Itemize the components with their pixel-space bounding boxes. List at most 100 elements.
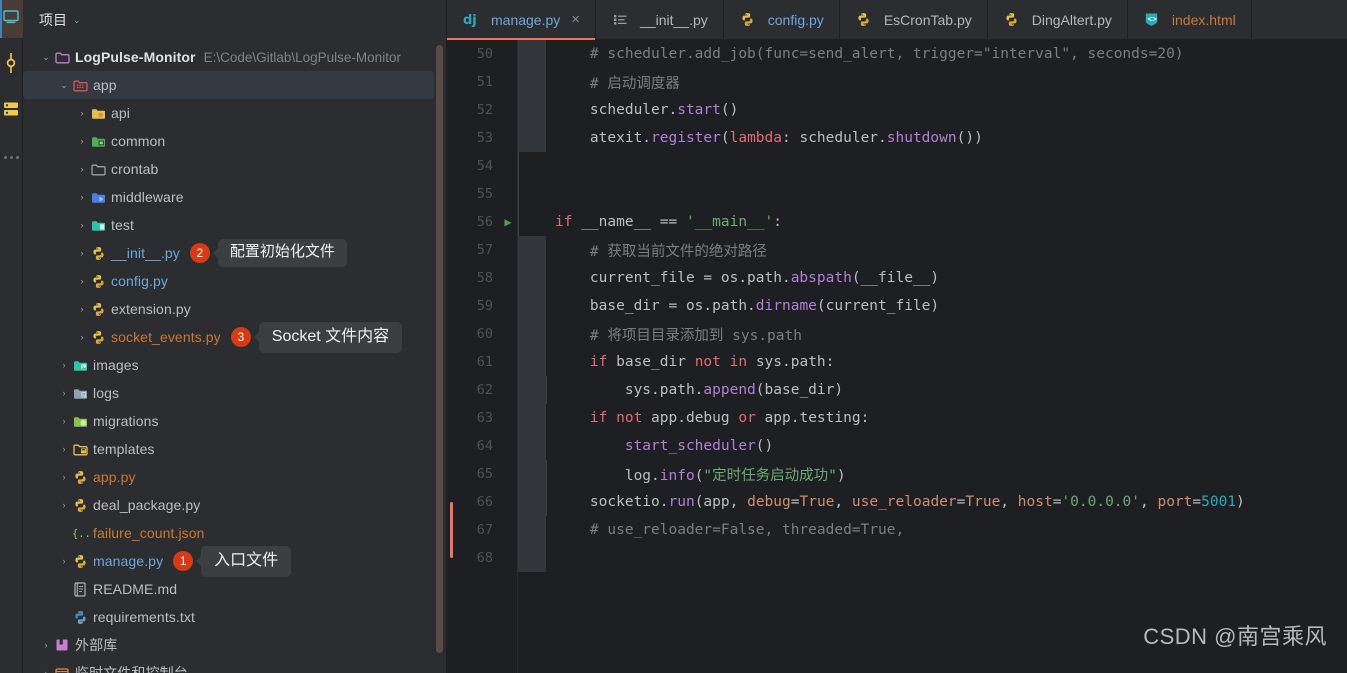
- line-number: 60: [476, 326, 493, 342]
- code-line[interactable]: 59 base_dir = os.path.dirname(current_fi…: [447, 292, 1347, 320]
- tree-row[interactable]: › middleware: [23, 183, 446, 211]
- chevron-right-icon[interactable]: ›: [57, 416, 71, 426]
- project-file-tree[interactable]: ⌄ LogPulse-Monitor E:\Code\Gitlab\LogPulse…: [23, 40, 446, 673]
- chevron-right-icon[interactable]: ›: [57, 500, 71, 510]
- chevron-right-icon[interactable]: ›: [75, 332, 89, 342]
- tree-row-label: manage.py: [93, 553, 164, 569]
- chevron-right-icon[interactable]: ›: [75, 136, 89, 146]
- close-icon[interactable]: ×: [571, 12, 580, 27]
- tree-row[interactable]: › logs: [23, 379, 446, 407]
- run-gutter-icon[interactable]: ▶: [499, 216, 517, 228]
- chevron-down-icon[interactable]: ⌄: [57, 80, 71, 90]
- chevron-right-icon[interactable]: ›: [75, 164, 89, 174]
- tree-row[interactable]: › migrations: [23, 407, 446, 435]
- rail-button-project-view[interactable]: [0, 0, 23, 38]
- folder-package-icon: [89, 107, 107, 120]
- chevron-right-icon[interactable]: ›: [57, 556, 71, 566]
- tree-row-project-root[interactable]: ⌄ LogPulse-Monitor E:\Code\Gitlab\LogPulse…: [23, 43, 446, 71]
- tree-row[interactable]: › 外部库: [23, 631, 446, 659]
- editor-tab-label: index.html: [1171, 11, 1236, 28]
- chevron-right-icon[interactable]: ›: [57, 444, 71, 454]
- tree-row[interactable]: › templates: [23, 435, 446, 463]
- chevron-right-icon[interactable]: ›: [75, 220, 89, 230]
- tree-row[interactable]: › images: [23, 351, 446, 379]
- folder-source-icon: [71, 79, 89, 92]
- editor-tab[interactable]: config.py: [724, 0, 840, 39]
- code-line[interactable]: 64 start_scheduler(): [447, 432, 1347, 460]
- chevron-right-icon[interactable]: ›: [39, 640, 53, 650]
- tree-row[interactable]: › extension.py: [23, 295, 446, 323]
- external-libraries-icon: [53, 638, 71, 652]
- code-line[interactable]: 53 atexit.register(lambda: scheduler.shu…: [447, 124, 1347, 152]
- chevron-right-icon[interactable]: ›: [75, 192, 89, 202]
- tree-row[interactable]: › api: [23, 99, 446, 127]
- tree-row[interactable]: › 临时文件和控制台: [23, 659, 446, 673]
- tree-row-label: app: [93, 77, 117, 93]
- code-line[interactable]: 61 if base_dir not in sys.path:: [447, 348, 1347, 376]
- code-line[interactable]: 66 socketio.run(app, debug=True, use_rel…: [447, 488, 1347, 516]
- editor-tab[interactable]: <> index.html: [1128, 0, 1252, 39]
- tree-row[interactable]: › crontab: [23, 155, 446, 183]
- chevron-right-icon[interactable]: ›: [75, 276, 89, 286]
- tree-row[interactable]: › README.md: [23, 575, 446, 603]
- tree-row[interactable]: › __init__.py 2 配置初始化文件: [23, 239, 446, 267]
- tree-row[interactable]: › config.py: [23, 267, 446, 295]
- code-line[interactable]: 54: [447, 152, 1347, 180]
- code-editor[interactable]: 50 # scheduler.add_job(func=send_alert, …: [447, 40, 1347, 673]
- requirements-file-icon: [71, 610, 89, 625]
- code-line[interactable]: 62 sys.path.append(base_dir): [447, 376, 1347, 404]
- tree-row[interactable]: › test: [23, 211, 446, 239]
- line-number: 54: [476, 158, 493, 174]
- code-line[interactable]: 60 # 将项目目录添加到 sys.path: [447, 320, 1347, 348]
- code-text: if __name__ == '__main__':: [555, 214, 783, 230]
- code-line[interactable]: 67 # use_reloader=False, threaded=True,: [447, 516, 1347, 544]
- commit-icon: [5, 52, 17, 78]
- tree-row[interactable]: › app.py: [23, 463, 446, 491]
- code-text: base_dir = os.path.dirname(current_file): [555, 298, 940, 314]
- tree-row[interactable]: › deal_package.py: [23, 491, 446, 519]
- editor-tab[interactable]: EsCronTab.py: [840, 0, 988, 39]
- code-line[interactable]: 52 scheduler.start(): [447, 96, 1347, 124]
- line-number: 50: [476, 46, 493, 62]
- rail-button-database-view[interactable]: [0, 92, 23, 130]
- editor-tab[interactable]: dj manage.py ×: [447, 0, 597, 40]
- chevron-right-icon[interactable]: ›: [75, 248, 89, 258]
- tree-row[interactable]: › requirements.txt: [23, 603, 446, 631]
- editor-tab-bar[interactable]: dj manage.py × __init__.py config.py EsCronTa…: [447, 0, 1347, 40]
- tree-row[interactable]: › socket_events.py 3 Socket 文件内容: [23, 321, 446, 353]
- chevron-right-icon[interactable]: ›: [57, 360, 71, 370]
- annotation-tooltip: 入口文件: [201, 545, 292, 577]
- tree-row[interactable]: ⌄ app: [23, 71, 434, 99]
- tree-row[interactable]: › manage.py 1 入口文件: [23, 545, 446, 577]
- tree-row[interactable]: › common: [23, 127, 446, 155]
- editor-tab[interactable]: DingAltert.py: [988, 0, 1128, 39]
- project-panel-title: 项目: [39, 12, 67, 28]
- more-dots-icon: [3, 155, 19, 159]
- code-line[interactable]: 63 if not app.debug or app.testing:: [447, 404, 1347, 432]
- tree-row[interactable]: ›{..} failure_count.json: [23, 519, 446, 547]
- code-line[interactable]: 68: [447, 544, 1347, 572]
- tree-row-label: deal_package.py: [93, 497, 201, 513]
- code-line[interactable]: 55: [447, 180, 1347, 208]
- code-line[interactable]: 50 # scheduler.add_job(func=send_alert, …: [447, 40, 1347, 68]
- chevron-right-icon[interactable]: ›: [75, 108, 89, 118]
- chevron-down-icon[interactable]: ⌄: [73, 15, 81, 25]
- code-line[interactable]: 57 # 获取当前文件的绝对路径: [447, 236, 1347, 264]
- editor-tab[interactable]: __init__.py: [596, 0, 724, 39]
- code-line[interactable]: 65 log.info("定时任务启动成功"): [447, 460, 1347, 488]
- project-tree-scrollbar[interactable]: [436, 45, 443, 653]
- chevron-right-icon[interactable]: ›: [39, 668, 53, 673]
- rail-button-more-tool-windows[interactable]: [0, 138, 23, 176]
- chevron-down-icon[interactable]: ⌄: [39, 52, 53, 62]
- rail-button-commit-view[interactable]: [0, 46, 23, 84]
- python-file-icon: [71, 554, 89, 569]
- code-line[interactable]: 56 ▶ if __name__ == '__main__':: [447, 208, 1347, 236]
- code-line[interactable]: 58 current_file = os.path.abspath(__file…: [447, 264, 1347, 292]
- chevron-right-icon[interactable]: ›: [57, 472, 71, 482]
- chevron-right-icon[interactable]: ›: [57, 388, 71, 398]
- database-icon: [3, 101, 19, 122]
- code-line[interactable]: 51 # 启动调度器: [447, 68, 1347, 96]
- folder-images-icon: [71, 359, 89, 372]
- line-number: 63: [476, 410, 493, 426]
- chevron-right-icon[interactable]: ›: [75, 304, 89, 314]
